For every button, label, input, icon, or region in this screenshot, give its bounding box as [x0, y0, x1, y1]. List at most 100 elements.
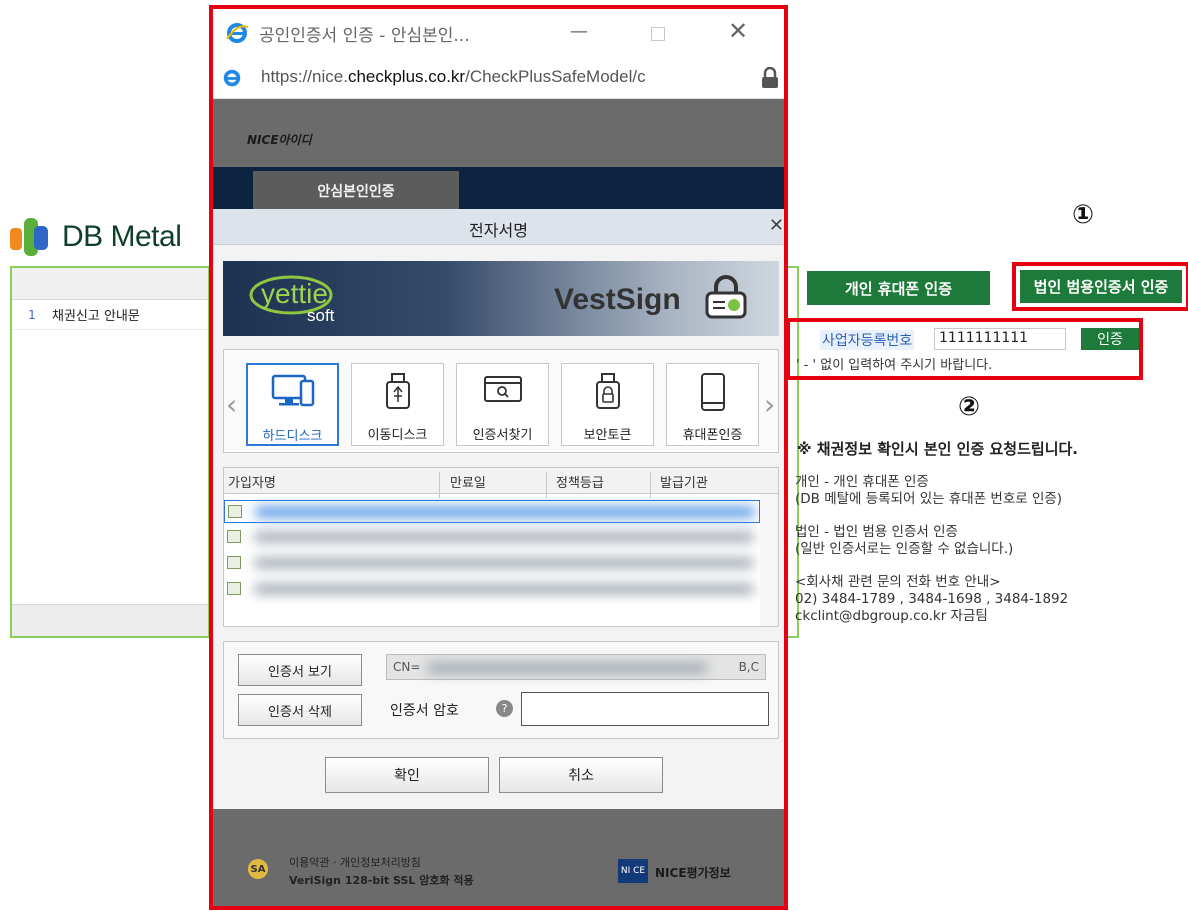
- storage-label: 휴대폰인증: [682, 428, 743, 443]
- smartphone-icon: [667, 372, 758, 412]
- tab-safe-auth[interactable]: 안심본인인증: [253, 171, 459, 211]
- col-policy[interactable]: 정책등급: [556, 472, 604, 491]
- cert-icon: [227, 530, 241, 543]
- footer-ssl-text: VeriSign 128-bit SSL 암호화 적용: [289, 874, 474, 887]
- search-window-icon: [457, 372, 548, 412]
- cert-list-scrollbar[interactable]: [760, 494, 778, 626]
- cert-icon: [227, 556, 241, 569]
- confirm-button[interactable]: 확인: [325, 757, 489, 793]
- notice-personal-1: 개인 - 개인 휴대폰 인증: [795, 474, 929, 490]
- window-titlebar: 공인인증서 인증 - 안심본인... — ✕: [213, 9, 784, 57]
- table-row[interactable]: 1 채권신고 안내문: [12, 300, 208, 330]
- close-icon[interactable]: ✕: [728, 17, 748, 45]
- table-footer: [12, 604, 208, 636]
- contact-email: ckclint@dbgroup.co.kr 자금팀: [795, 608, 988, 624]
- col-subscriber[interactable]: 가입자명: [228, 472, 276, 491]
- maximize-icon[interactable]: [651, 27, 665, 41]
- url-text[interactable]: https://nice.checkplus.co.kr/CheckPlusSa…: [261, 67, 731, 87]
- vestsign-lock-icon: [705, 275, 747, 319]
- db-logo-icon: [10, 218, 48, 256]
- cn-suffix: B,C: [738, 660, 759, 674]
- chevron-right-icon[interactable]: ›: [764, 388, 775, 421]
- db-metal-logo: DB Metal: [10, 208, 210, 268]
- ie-page-icon: [223, 69, 241, 87]
- table-row[interactable]: [224, 552, 760, 575]
- yettie-text: yettie: [261, 278, 328, 309]
- storage-harddisk-button[interactable]: 하드디스크: [246, 363, 339, 446]
- personal-phone-auth-button[interactable]: 개인 휴대폰 인증: [807, 271, 990, 305]
- contact-title: <회사채 관련 문의 전화 번호 안내>: [795, 574, 1001, 590]
- brand-name: DB Metal: [62, 220, 182, 253]
- footer-terms-link[interactable]: 이용약관 · 개인정보처리방침: [289, 854, 421, 870]
- biz-number-help: ' - ' 없이 입력하여 주시기 바랍니다.: [796, 358, 993, 373]
- minimize-icon[interactable]: —: [570, 21, 588, 42]
- footer-brand: NICE평가정보: [655, 866, 731, 880]
- notice-corp-1: 법인 - 법인 범용 인증서 인증: [795, 524, 958, 540]
- table-row[interactable]: [224, 578, 760, 601]
- nice-ce-logo-icon: NI CE: [618, 859, 648, 883]
- biz-number-auth-button[interactable]: 인증: [1081, 328, 1139, 350]
- dialog-header: 전자서명 ✕: [213, 209, 784, 245]
- cert-list-header: 가입자명 만료일 정책등급 발급기관: [224, 468, 778, 498]
- marker-two: ②: [958, 392, 981, 422]
- address-bar[interactable]: https://nice.checkplus.co.kr/CheckPlusSa…: [213, 57, 784, 99]
- col-issuer[interactable]: 발급기관: [660, 472, 708, 491]
- corporate-cert-highlight: 법인 범용인증서 인증: [1012, 262, 1188, 311]
- delete-cert-button[interactable]: 인증서 삭제: [238, 694, 362, 726]
- usb-icon: [352, 372, 443, 412]
- password-label: 인증서 암호: [390, 703, 459, 719]
- ie-icon: [226, 23, 249, 43]
- sa-badge-icon: SA: [248, 859, 268, 879]
- storage-selector: ‹ 하드디스크 이동디스크 인증서찾기 보안토큰 휴대폰인증 ›: [223, 349, 779, 453]
- cancel-button[interactable]: 취소: [499, 757, 663, 793]
- table-row[interactable]: [224, 500, 760, 523]
- help-icon[interactable]: ?: [496, 700, 513, 717]
- cert-detail-panel: 인증서 보기 인증서 삭제 CN= B,C 인증서 암호 ?: [223, 641, 779, 739]
- dialog-close-icon[interactable]: ✕: [769, 215, 784, 236]
- storage-removable-button[interactable]: 이동디스크: [351, 363, 444, 446]
- soft-text: soft: [307, 306, 335, 325]
- cert-popup-window: 공인인증서 인증 - 안심본인... — ✕ https://nice.chec…: [209, 5, 788, 910]
- url-path: /CheckPlusSafeModel/c: [465, 67, 646, 86]
- storage-token-button[interactable]: 보안토큰: [561, 363, 654, 446]
- dialog-title: 전자서명: [469, 221, 528, 240]
- biz-number-label: 사업자등록번호: [820, 330, 915, 350]
- cert-list-table: 가입자명 만료일 정책등급 발급기관: [223, 467, 779, 627]
- yettie-soft-logo-icon: yettie soft: [249, 275, 335, 325]
- cn-prefix: CN=: [393, 660, 421, 674]
- notice-personal-2: (DB 메탈에 등록되어 있는 휴대폰 번호로 인증): [795, 491, 1063, 507]
- lock-icon: [762, 67, 778, 88]
- monitor-icon: [248, 373, 337, 413]
- token-lock-icon: [562, 372, 653, 412]
- vestsign-dialog: 전자서명 ✕ yettie soft VestSign ‹ 하드디스크 이동디스…: [213, 209, 784, 809]
- url-prefix: https://nice.: [261, 67, 348, 86]
- cert-icon: [227, 582, 241, 595]
- vestsign-banner: yettie soft VestSign: [223, 261, 779, 336]
- url-domain: checkplus.co.kr: [347, 67, 466, 86]
- row-number: 1: [28, 307, 36, 322]
- corporate-cert-auth-button[interactable]: 법인 범용인증서 인증: [1020, 270, 1182, 303]
- contact-phones: 02) 3484-1789 , 3484-1698 , 3484-1892: [795, 591, 1069, 607]
- chevron-left-icon[interactable]: ‹: [226, 388, 237, 421]
- col-expiry[interactable]: 만료일: [450, 472, 486, 491]
- cert-cn-field: CN= B,C: [386, 654, 766, 680]
- view-cert-button[interactable]: 인증서 보기: [238, 654, 362, 686]
- biz-number-input[interactable]: 1111111111: [934, 328, 1066, 350]
- storage-label: 이동디스크: [367, 428, 428, 443]
- row-title[interactable]: 채권신고 안내문: [52, 305, 140, 324]
- storage-label: 보안토큰: [583, 428, 632, 443]
- nice-logo: NICE아이디: [247, 133, 312, 147]
- notice-corp-2: (일반 인증서로는 인증할 수 없습니다.): [795, 541, 1014, 557]
- notice-board-table: 1 채권신고 안내문: [10, 266, 210, 638]
- cert-icon: [228, 505, 242, 518]
- cert-password-input[interactable]: [521, 692, 769, 726]
- nice-auth-page: NICE아이디 안심본인인증 SA 이용약관 · 개인정보처리방침 VeriSi…: [213, 99, 784, 906]
- storage-phone-button[interactable]: 휴대폰인증: [666, 363, 759, 446]
- window-title: 공인인증서 인증 - 안심본인...: [259, 26, 470, 46]
- storage-label: 인증서찾기: [472, 428, 533, 443]
- marker-one: ①: [1072, 200, 1095, 230]
- notice-title: ※ 채권정보 확인시 본인 인증 요청드립니다.: [797, 440, 1078, 458]
- vestsign-text: VestSign: [554, 283, 681, 316]
- storage-find-cert-button[interactable]: 인증서찾기: [456, 363, 549, 446]
- table-row[interactable]: [224, 526, 760, 549]
